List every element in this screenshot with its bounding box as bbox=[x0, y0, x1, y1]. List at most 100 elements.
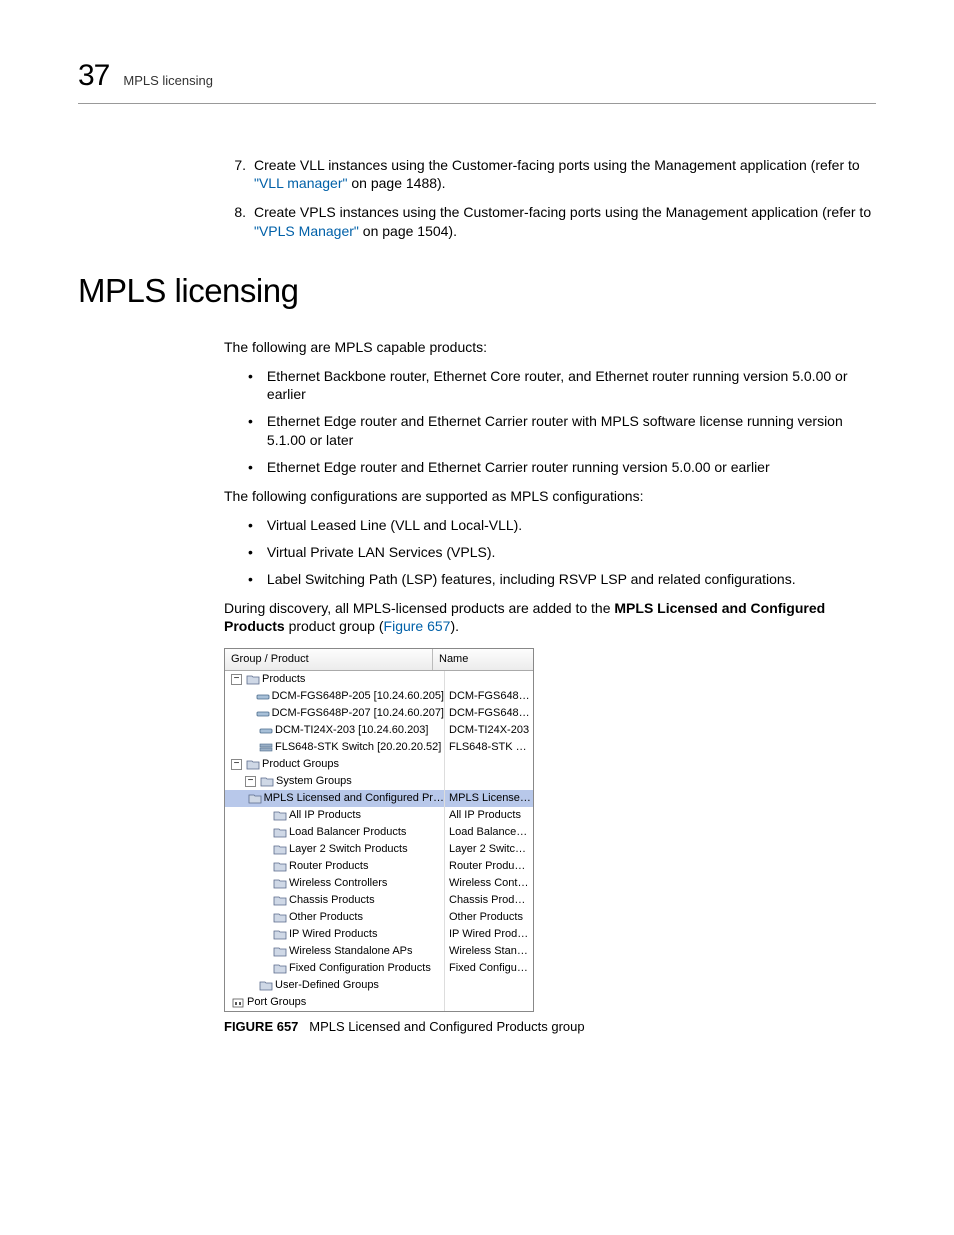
tree-row-label: DCM-FGS648P-207 [10.24.60.207] bbox=[272, 705, 444, 722]
tree-row[interactable]: IP Wired Products IP Wired Prod… bbox=[225, 926, 533, 943]
folder-icon bbox=[246, 674, 260, 686]
folder-icon bbox=[260, 776, 274, 788]
tree-header-name[interactable]: Name bbox=[433, 649, 533, 670]
intro-paragraph-1: The following are MPLS capable products: bbox=[224, 338, 876, 357]
tree-row-label: FLS648-STK Switch [20.20.20.52] bbox=[275, 739, 441, 756]
tree-row-label: All IP Products bbox=[289, 807, 361, 824]
stack-icon bbox=[259, 742, 273, 754]
tree-row[interactable]: FLS648-STK Switch [20.20.20.52]FLS648-ST… bbox=[225, 739, 533, 756]
step-text: Create VPLS instances using the Customer… bbox=[254, 203, 876, 241]
step-number: 7. bbox=[224, 156, 246, 194]
tree-row[interactable]: Port Groups bbox=[225, 994, 533, 1011]
tree-row-name: Wireless Cont… bbox=[445, 875, 533, 892]
step-text: Create VLL instances using the Customer-… bbox=[254, 156, 876, 194]
tree-header-group[interactable]: Group / Product bbox=[225, 649, 433, 670]
tree-row-name: MPLS License… bbox=[445, 790, 533, 807]
tree-row[interactable]: Wireless Controllers Wireless Cont… bbox=[225, 875, 533, 892]
tree-row[interactable]: User-Defined Groups bbox=[225, 977, 533, 994]
device-icon bbox=[256, 708, 270, 720]
tree-row[interactable]: All IP Products All IP Products bbox=[225, 807, 533, 824]
tree-row-label: DCM-FGS648P-205 [10.24.60.205] bbox=[272, 688, 444, 705]
list-item: Label Switching Path (LSP) features, inc… bbox=[267, 570, 796, 589]
page-number: 37 bbox=[78, 56, 109, 97]
list-item: Ethernet Backbone router, Ethernet Core … bbox=[267, 367, 876, 405]
folder-icon bbox=[273, 827, 287, 839]
tree-row-label: User-Defined Groups bbox=[275, 977, 379, 994]
tree-row-label: System Groups bbox=[276, 773, 352, 790]
folder-icon bbox=[273, 946, 287, 958]
tree-row-label: Fixed Configuration Products bbox=[289, 960, 431, 977]
tree-row-name: DCM-FGS648… bbox=[445, 705, 533, 722]
folder-icon bbox=[273, 810, 287, 822]
tree-row-label: Chassis Products bbox=[289, 892, 375, 909]
capable-products-list: Ethernet Backbone router, Ethernet Core … bbox=[248, 367, 876, 477]
tree-row-label: Router Products bbox=[289, 858, 368, 875]
tree-row[interactable]: − Product Groups bbox=[225, 756, 533, 773]
tree-expand-toggle[interactable]: − bbox=[245, 776, 256, 787]
figure-ref-link[interactable]: Figure 657 bbox=[384, 618, 451, 634]
product-tree-panel[interactable]: Group / Product Name − Products DCM-FGS6… bbox=[224, 648, 534, 1012]
tree-row[interactable]: Router ProductsRouter Produ… bbox=[225, 858, 533, 875]
tree-row-name: Chassis Prod… bbox=[445, 892, 533, 909]
tree-row[interactable]: DCM-TI24X-203 [10.24.60.203] DCM-TI24X-20… bbox=[225, 722, 533, 739]
tree-row-name: IP Wired Prod… bbox=[445, 926, 533, 943]
tree-row-label: Wireless Controllers bbox=[289, 875, 387, 892]
tree-row-label: Products bbox=[262, 671, 305, 688]
device-icon bbox=[256, 691, 270, 703]
tree-row[interactable]: − System Groups bbox=[225, 773, 533, 790]
tree-row-name: Fixed Configu… bbox=[445, 960, 533, 977]
tree-row[interactable]: Load Balancer ProductsLoad Balance… bbox=[225, 824, 533, 841]
tree-row-name: Load Balance… bbox=[445, 824, 533, 841]
tree-row[interactable]: Other Products Other Products bbox=[225, 909, 533, 926]
tree-expand-toggle[interactable]: − bbox=[231, 759, 242, 770]
tree-row-label: Layer 2 Switch Products bbox=[289, 841, 408, 858]
step-number: 8. bbox=[224, 203, 246, 241]
tree-row-name: Layer 2 Switc… bbox=[445, 841, 533, 858]
intro-paragraph-2: The following configurations are support… bbox=[224, 487, 876, 506]
vpls-manager-link[interactable]: "VPLS Manager" bbox=[254, 223, 359, 239]
tree-row[interactable]: Fixed Configuration Products Fixed Config… bbox=[225, 960, 533, 977]
tree-expand-toggle[interactable]: − bbox=[231, 674, 242, 685]
page-header: 37 MPLS licensing bbox=[78, 56, 876, 104]
folder-icon bbox=[273, 912, 287, 924]
figure-number: FIGURE 657 bbox=[224, 1019, 298, 1034]
tree-row-name: DCM-TI24X-203 bbox=[445, 722, 533, 739]
figure-caption: FIGURE 657 MPLS Licensed and Configured … bbox=[224, 1018, 876, 1036]
tree-row[interactable]: MPLS Licensed and Configured Pr…MPLS Lic… bbox=[225, 790, 533, 807]
folder-icon bbox=[273, 929, 287, 941]
configurations-list: Virtual Leased Line (VLL and Local-VLL).… bbox=[248, 516, 876, 589]
tree-row-label: Other Products bbox=[289, 909, 363, 926]
folder-icon bbox=[248, 793, 262, 805]
tree-row-name: Other Products bbox=[445, 909, 533, 926]
tree-row-name: All IP Products bbox=[445, 807, 533, 824]
folder-icon bbox=[273, 861, 287, 873]
tree-row-label: Port Groups bbox=[247, 994, 306, 1011]
figure-caption-text: MPLS Licensed and Configured Products gr… bbox=[309, 1019, 584, 1034]
tree-row-name: Wireless Stan… bbox=[445, 943, 533, 960]
figure-657: Group / Product Name − Products DCM-FGS6… bbox=[224, 648, 876, 1036]
step-7: 7. Create VLL instances using the Custom… bbox=[224, 156, 876, 194]
tree-row[interactable]: − Products bbox=[225, 671, 533, 688]
tree-row[interactable]: Wireless Standalone APs Wireless Stan… bbox=[225, 943, 533, 960]
tree-row-name: FLS648-STK … bbox=[445, 739, 533, 756]
tree-row[interactable]: Layer 2 Switch Products Layer 2 Switc… bbox=[225, 841, 533, 858]
list-item: Ethernet Edge router and Ethernet Carrie… bbox=[267, 412, 876, 450]
tree-row-label: Wireless Standalone APs bbox=[289, 943, 413, 960]
tree-row-label: DCM-TI24X-203 [10.24.60.203] bbox=[275, 722, 428, 739]
tree-row[interactable]: DCM-FGS648P-207 [10.24.60.207]DCM-FGS648… bbox=[225, 705, 533, 722]
numbered-steps: 7. Create VLL instances using the Custom… bbox=[224, 156, 876, 242]
device-icon bbox=[259, 725, 273, 737]
folder-icon bbox=[273, 963, 287, 975]
tree-row-label: MPLS Licensed and Configured Pr… bbox=[264, 790, 444, 807]
list-item: Virtual Leased Line (VLL and Local-VLL). bbox=[267, 516, 522, 535]
folder-icon bbox=[273, 878, 287, 890]
tree-row[interactable]: DCM-FGS648P-205 [10.24.60.205]DCM-FGS648… bbox=[225, 688, 533, 705]
tree-row-label: IP Wired Products bbox=[289, 926, 377, 943]
folder-icon bbox=[259, 980, 273, 992]
vll-manager-link[interactable]: "VLL manager" bbox=[254, 175, 347, 191]
tree-body[interactable]: − Products DCM-FGS648P-205 [10.24.60.205… bbox=[225, 671, 533, 1011]
folder-icon bbox=[273, 844, 287, 856]
tree-row[interactable]: Chassis Products Chassis Prod… bbox=[225, 892, 533, 909]
header-title: MPLS licensing bbox=[123, 72, 213, 90]
list-item: Ethernet Edge router and Ethernet Carrie… bbox=[267, 458, 770, 477]
